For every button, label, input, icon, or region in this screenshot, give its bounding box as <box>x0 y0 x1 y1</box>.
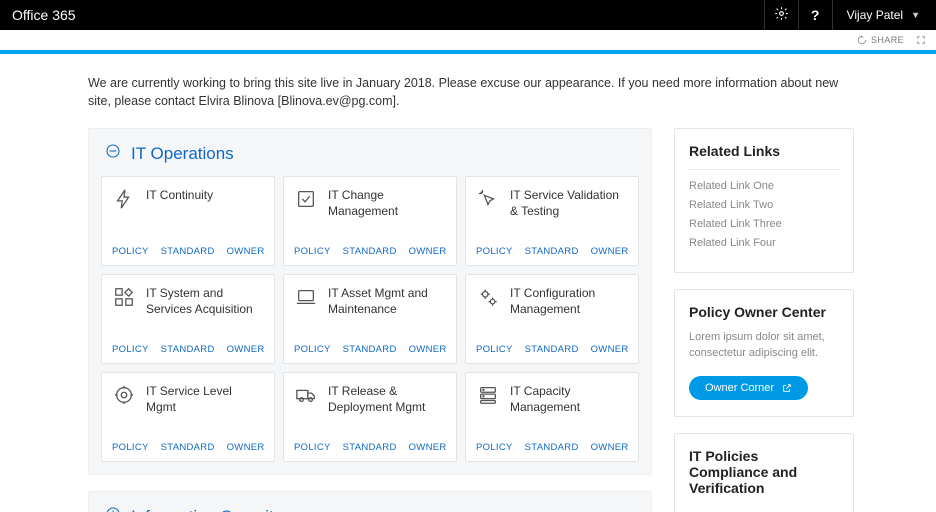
related-link[interactable]: Related Link Three <box>689 218 839 230</box>
share-icon <box>857 35 867 45</box>
content-scroll[interactable]: We are currently working to bring this s… <box>0 54 924 512</box>
compliance-title: IT Policies Compliance and Verification <box>689 448 839 496</box>
section-it-operations: IT Operations IT Continuity POLICY STANDAR… <box>88 128 652 475</box>
bolt-icon <box>112 187 136 211</box>
owner-link[interactable]: OWNER <box>591 344 629 355</box>
settings-button[interactable] <box>764 0 798 30</box>
policy-link[interactable]: POLICY <box>476 344 513 355</box>
site-notice: We are currently working to bring this s… <box>88 54 900 128</box>
collapse-icon <box>105 143 121 164</box>
card: IT Asset Mgmt and Maintenance POLICY STAND… <box>283 274 457 364</box>
main-column: IT Operations IT Continuity POLICY STANDAR… <box>88 128 652 512</box>
card-title: IT Change Management <box>328 187 446 219</box>
fullscreen-button[interactable] <box>916 35 926 45</box>
check-note-icon <box>294 187 318 211</box>
standard-link[interactable]: STANDARD <box>161 344 215 355</box>
policy-link[interactable]: POLICY <box>294 246 331 257</box>
owner-link[interactable]: OWNER <box>591 246 629 257</box>
section-information-security: Information Security <box>88 491 652 512</box>
section-toggle-it-operations[interactable]: IT Operations <box>105 143 639 164</box>
card-title: IT Release & Deployment Mgmt <box>328 383 446 415</box>
owner-corner-label: Owner Corner <box>705 382 774 394</box>
policy-link[interactable]: POLICY <box>112 246 149 257</box>
related-link[interactable]: Related Link Two <box>689 199 839 211</box>
card: IT System and Services Acquisition POLICY… <box>101 274 275 364</box>
toolbar: SHARE <box>0 30 936 50</box>
standard-link[interactable]: STANDARD <box>343 246 397 257</box>
external-link-icon <box>782 383 792 393</box>
owner-link[interactable]: OWNER <box>227 344 265 355</box>
standard-link[interactable]: STANDARD <box>525 442 579 453</box>
card-title: IT System and Services Acquisition <box>146 285 264 317</box>
owner-link[interactable]: OWNER <box>591 442 629 453</box>
target-icon <box>112 383 136 407</box>
laptop-icon <box>294 285 318 309</box>
standard-link[interactable]: STANDARD <box>343 442 397 453</box>
section-title: IT Operations <box>131 144 234 164</box>
sidebar: Related Links Related Link One Related L… <box>674 128 854 512</box>
card: IT Release & Deployment Mgmt POLICY STANDA… <box>283 372 457 462</box>
compliance-box: IT Policies Compliance and Verification <box>674 433 854 512</box>
user-name: Vijay Patel <box>847 8 903 22</box>
related-link[interactable]: Related Link One <box>689 180 839 192</box>
card-title: IT Service Level Mgmt <box>146 383 264 415</box>
policy-owner-center-desc: Lorem ipsum dolor sit amet, consectetur … <box>689 330 839 362</box>
card: IT Service Validation & Testing POLICY STA… <box>465 176 639 266</box>
policy-link[interactable]: POLICY <box>476 442 513 453</box>
server-icon <box>476 383 500 407</box>
cursor-spark-icon <box>476 187 500 211</box>
standard-link[interactable]: STANDARD <box>161 246 215 257</box>
card: IT Continuity POLICY STANDARD OWNER <box>101 176 275 266</box>
policy-owner-center-title: Policy Owner Center <box>689 304 839 320</box>
standard-link[interactable]: STANDARD <box>525 246 579 257</box>
standard-link[interactable]: STANDARD <box>525 344 579 355</box>
standard-link[interactable]: STANDARD <box>343 344 397 355</box>
related-links-box: Related Links Related Link One Related L… <box>674 128 854 273</box>
gears-icon <box>476 285 500 309</box>
gear-icon <box>774 6 789 24</box>
owner-link[interactable]: OWNER <box>227 442 265 453</box>
share-label: SHARE <box>871 35 904 45</box>
card: IT Configuration Management POLICY STANDAR… <box>465 274 639 364</box>
section-title: Information Security <box>131 507 282 512</box>
related-link[interactable]: Related Link Four <box>689 237 839 249</box>
share-button[interactable]: SHARE <box>857 35 904 45</box>
related-links-title: Related Links <box>689 143 839 159</box>
owner-link[interactable]: OWNER <box>409 442 447 453</box>
card-title: IT Continuity <box>146 187 213 211</box>
card-title: IT Configuration Management <box>510 285 628 317</box>
section-toggle-information-security[interactable]: Information Security <box>105 506 639 512</box>
card-title: IT Asset Mgmt and Maintenance <box>328 285 446 317</box>
card-title: IT Capacity Management <box>510 383 628 415</box>
topbar: Office 365 ? Vijay Patel ▼ <box>0 0 936 30</box>
chevron-down-icon: ▼ <box>911 10 920 20</box>
policy-link[interactable]: POLICY <box>112 344 149 355</box>
card-title: IT Service Validation & Testing <box>510 187 628 219</box>
user-menu[interactable]: Vijay Patel ▼ <box>832 0 928 30</box>
squares-icon <box>112 285 136 309</box>
owner-link[interactable]: OWNER <box>409 246 447 257</box>
app-title: Office 365 <box>12 7 76 23</box>
owner-link[interactable]: OWNER <box>227 246 265 257</box>
help-button[interactable]: ? <box>798 0 832 30</box>
card: IT Service Level Mgmt POLICY STANDARD OWNER <box>101 372 275 462</box>
policy-link[interactable]: POLICY <box>476 246 513 257</box>
owner-corner-button[interactable]: Owner Corner <box>689 376 808 400</box>
policy-link[interactable]: POLICY <box>112 442 149 453</box>
card: IT Capacity Management POLICY STANDARD OWNE… <box>465 372 639 462</box>
card: IT Change Management POLICY STANDARD OWNER <box>283 176 457 266</box>
policy-link[interactable]: POLICY <box>294 344 331 355</box>
fullscreen-icon <box>916 35 926 45</box>
policy-link[interactable]: POLICY <box>294 442 331 453</box>
expand-icon <box>105 506 121 512</box>
policy-owner-center-box: Policy Owner Center Lorem ipsum dolor si… <box>674 289 854 417</box>
owner-link[interactable]: OWNER <box>409 344 447 355</box>
standard-link[interactable]: STANDARD <box>161 442 215 453</box>
truck-icon <box>294 383 318 407</box>
question-icon: ? <box>811 7 820 23</box>
